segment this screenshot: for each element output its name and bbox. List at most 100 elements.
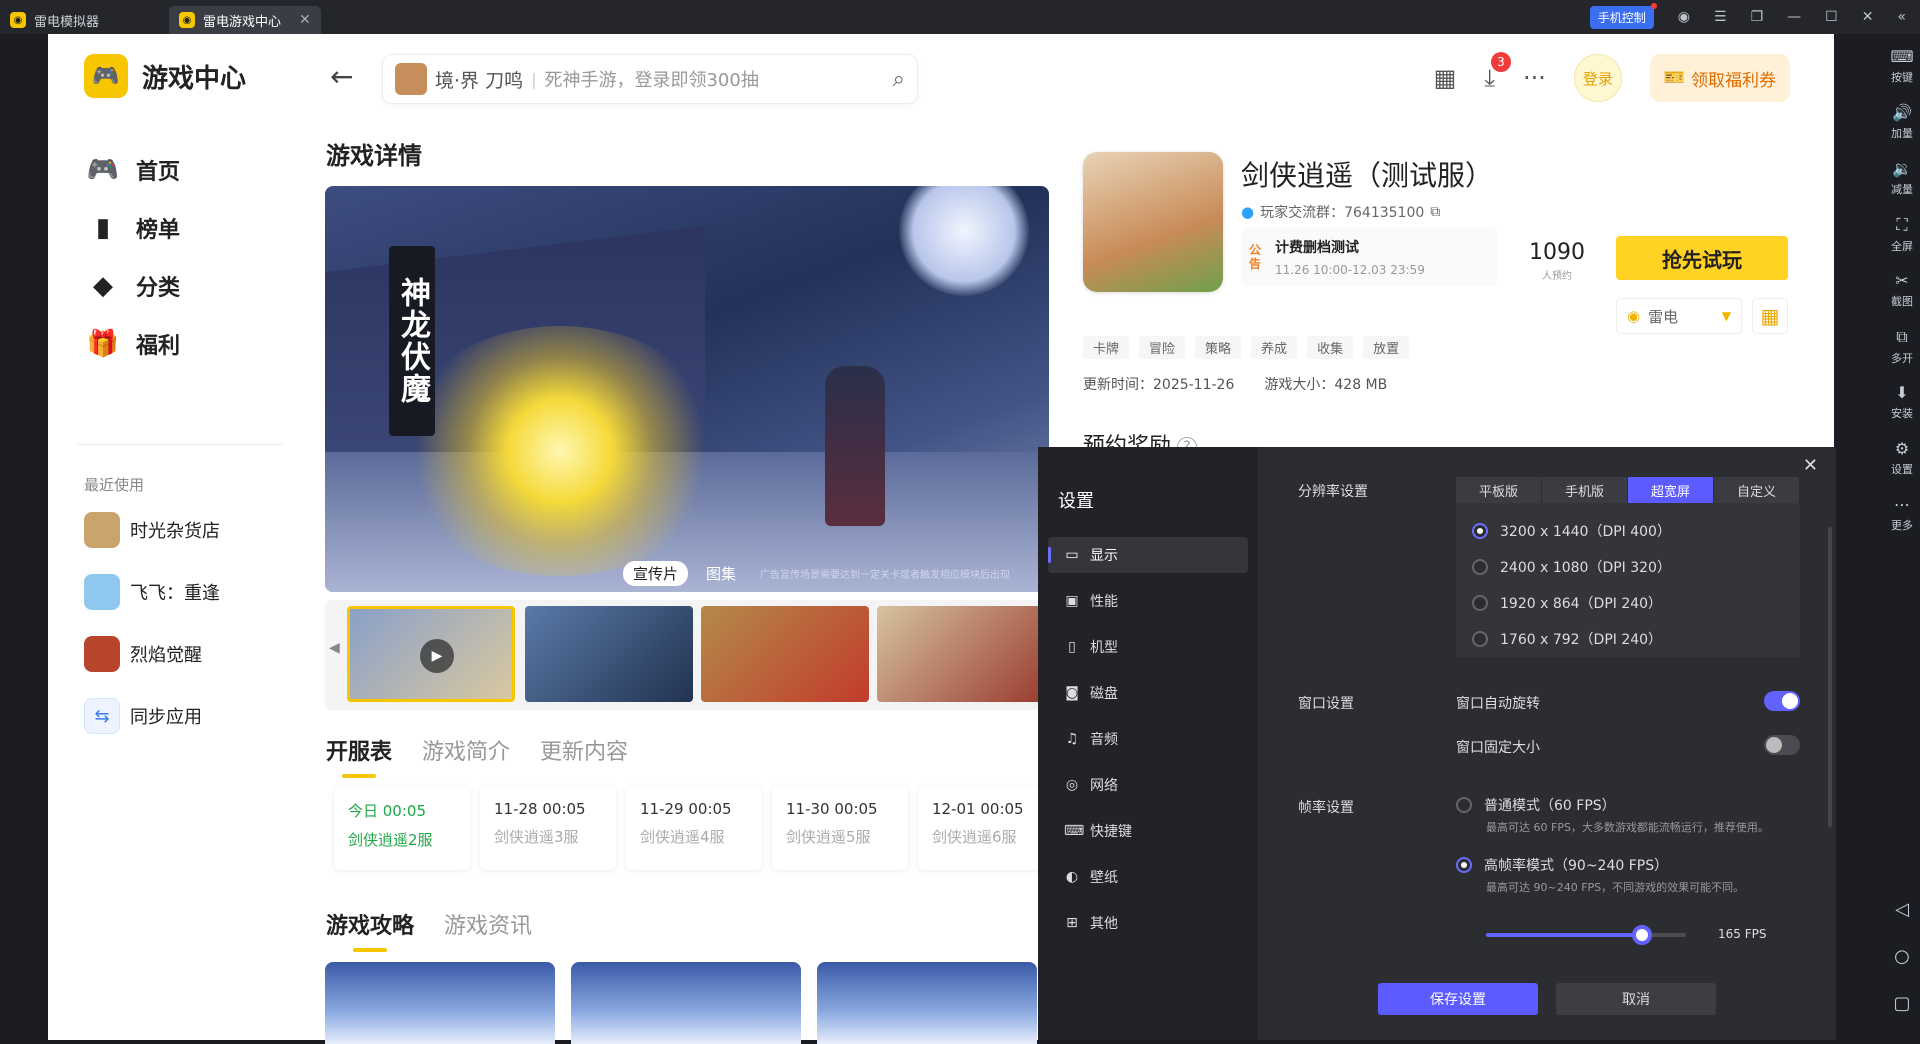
resolution-option[interactable]: 2400 x 1080（DPI 320） (1472, 549, 1784, 585)
calendar-icon[interactable]: ▦ (1434, 64, 1457, 92)
game-tag[interactable]: 策略 (1195, 336, 1242, 359)
toolbar-multi[interactable]: ⧉ 多开 (1891, 322, 1913, 370)
fps-normal-option[interactable]: 普通模式（60 FPS） (1456, 795, 1616, 815)
login-button[interactable]: 登录 (1573, 54, 1622, 102)
recent-item[interactable]: 烈焰觉醒 (84, 636, 202, 672)
recent-item[interactable]: ⇆ 同步应用 (84, 698, 202, 734)
qr-code-icon[interactable]: ▦ (1752, 298, 1788, 334)
cancel-button[interactable]: 取消 (1556, 983, 1716, 1015)
toolbar-settings[interactable]: ⚙ 设置 (1891, 434, 1913, 482)
collapse-icon[interactable]: « (1897, 9, 1906, 25)
tab-game-intro[interactable]: 游戏简介 (422, 734, 510, 766)
fps-slider-knob[interactable] (1632, 925, 1652, 945)
menu-shortcuts[interactable]: ⌨ 快捷键 (1048, 813, 1248, 849)
more-icon[interactable]: ··· (1523, 64, 1546, 92)
toolbar-keyboard[interactable]: ⌨ 按键 (1890, 42, 1913, 90)
menu-device[interactable]: ▯ 机型 (1048, 629, 1248, 665)
server-card[interactable]: 11-30 00:05 剑侠逍遥5服 (772, 786, 908, 870)
radio-unselected (1472, 559, 1488, 575)
restore-icon[interactable]: ❐ (1751, 9, 1764, 25)
recent-item[interactable]: 时光杂货店 (84, 512, 220, 548)
toolbar-more[interactable]: ⋯ 更多 (1891, 490, 1913, 538)
game-tag[interactable]: 收集 (1307, 336, 1354, 359)
tab-server-list[interactable]: 开服表 (326, 734, 392, 766)
menu-other[interactable]: ⊞ 其他 (1048, 905, 1248, 941)
back-triangle-icon[interactable]: ◁ (1895, 899, 1909, 920)
server-card[interactable]: 今日 00:05 剑侠逍遥2服 (334, 786, 470, 870)
resolution-option[interactable]: 1760 x 792（DPI 240） (1472, 621, 1784, 657)
guide-card[interactable] (325, 962, 555, 1044)
fixed-size-label: 窗口固定大小 (1456, 740, 1540, 756)
menu-network[interactable]: ◎ 网络 (1048, 767, 1248, 803)
menu-disk[interactable]: ◙ 磁盘 (1048, 675, 1248, 711)
game-tag[interactable]: 卡牌 (1083, 336, 1130, 359)
menu-wallpaper[interactable]: ◐ 壁纸 (1048, 859, 1248, 895)
menu-icon[interactable]: ☰ (1714, 9, 1727, 25)
recents-square-icon[interactable]: ▢ (1893, 993, 1910, 1014)
game-tag[interactable]: 冒险 (1139, 336, 1186, 359)
notice-card[interactable]: 公告 计费删档测试 11.26 10:00-12.03 23:59 (1241, 228, 1497, 286)
home-circle-icon[interactable]: ○ (1894, 946, 1910, 967)
server-card[interactable]: 11-29 00:05 剑侠逍遥4服 (626, 786, 762, 870)
menu-performance[interactable]: ▣ 性能 (1048, 583, 1248, 619)
search-input[interactable]: 境·界 刀鸣 | 死神手游，登录即领300抽 ⌕ (382, 54, 918, 104)
game-tag[interactable]: 养成 (1251, 336, 1298, 359)
tab-close-icon[interactable]: ✕ (299, 12, 311, 28)
dialog-scrollbar[interactable] (1828, 527, 1832, 827)
res-tab-ultrawide[interactable]: 超宽屏 (1628, 477, 1714, 503)
save-settings-button[interactable]: 保存设置 (1378, 983, 1538, 1015)
res-tab-tablet[interactable]: 平板版 (1456, 477, 1542, 503)
tab-game-guide[interactable]: 游戏攻略 (326, 908, 414, 940)
thumbnail-image[interactable] (701, 606, 869, 702)
guide-card[interactable] (817, 962, 1037, 1044)
tab-game-center[interactable]: ◉ 雷电游戏中心 ✕ (169, 6, 321, 34)
auto-rotate-toggle[interactable] (1764, 691, 1800, 711)
sidebar-item-category[interactable]: ◆ 分类 (88, 270, 180, 302)
res-tab-custom[interactable]: 自定义 (1714, 477, 1800, 503)
promo-banner[interactable]: 神龙伏魔 宣传片 图集 广告宣传场景需要达到一定关卡或者触发相应模块后出现 (325, 186, 1049, 592)
tab-game-news[interactable]: 游戏资讯 (444, 908, 532, 940)
copy-icon[interactable]: ⧉ (1430, 204, 1440, 220)
account-icon[interactable]: ◉ (1678, 9, 1690, 25)
banner-tab-gallery[interactable]: 图集 (696, 561, 746, 586)
close-icon[interactable]: ✕ (1862, 9, 1874, 25)
thumbnail-image[interactable] (525, 606, 693, 702)
menu-audio[interactable]: ♫ 音频 (1048, 721, 1248, 757)
thumb-prev-icon[interactable]: ◀ (329, 640, 340, 656)
server-card[interactable]: 11-28 00:05 剑侠逍遥3服 (480, 786, 616, 870)
recent-item[interactable]: 飞飞：重逢 (84, 574, 220, 610)
res-tab-phone[interactable]: 手机版 (1542, 477, 1628, 503)
download-source-select[interactable]: ◉ 雷电 ▼ (1616, 298, 1742, 334)
toolbar-install[interactable]: ⬇ 安装 (1891, 378, 1913, 426)
sidebar-item-welfare[interactable]: 🎁 福利 (87, 328, 180, 360)
game-tag[interactable]: 放置 (1363, 336, 1410, 359)
thumbnail-image[interactable] (877, 606, 1045, 702)
toolbar-fullscreen[interactable]: ⛶ 全屏 (1891, 210, 1913, 258)
search-icon[interactable]: ⌕ (893, 67, 905, 92)
toolbar-screenshot[interactable]: ✂ 截图 (1891, 266, 1913, 314)
tab-update-content[interactable]: 更新内容 (540, 734, 628, 766)
welfare-coupon-button[interactable]: 🎫 领取福利券 (1649, 54, 1790, 102)
banner-tab-video[interactable]: 宣传片 (623, 561, 689, 586)
resolution-option[interactable]: 3200 x 1440（DPI 400） (1472, 513, 1784, 549)
thumbnail-video[interactable]: ▶ (347, 606, 515, 702)
sidebar-item-ranking[interactable]: ▮ 榜单 (88, 212, 180, 244)
download-icon[interactable]: ⤓ 3 (1484, 52, 1511, 92)
fps-high-option[interactable]: 高帧率模式（90~240 FPS） (1456, 855, 1668, 875)
resolution-option[interactable]: 1920 x 864（DPI 240） (1472, 585, 1784, 621)
early-play-button[interactable]: 抢先试玩 (1616, 236, 1788, 280)
fps-slider[interactable] (1486, 925, 1686, 945)
phone-control-button[interactable]: 手机控制 (1589, 2, 1657, 29)
fixed-size-toggle[interactable] (1764, 735, 1800, 755)
minimize-icon[interactable]: — (1787, 9, 1801, 25)
back-arrow-icon[interactable]: ← (330, 60, 353, 93)
sidebar-item-home[interactable]: 🎮 首页 (87, 154, 180, 186)
dialog-close-icon[interactable]: ✕ (1803, 455, 1818, 476)
toolbar-volume-down[interactable]: 🔉 减量 (1891, 154, 1913, 202)
toolbar-volume-up[interactable]: 🔊 加量 (1891, 98, 1913, 146)
server-card[interactable]: 12-01 00:05 剑侠逍遥6服 (918, 786, 1054, 870)
maximize-icon[interactable]: ☐ (1825, 9, 1838, 25)
guide-card[interactable] (571, 962, 801, 1044)
tab-emulator[interactable]: ◉ 雷电模拟器 (0, 6, 109, 34)
menu-display[interactable]: ▭ 显示 (1048, 537, 1248, 573)
